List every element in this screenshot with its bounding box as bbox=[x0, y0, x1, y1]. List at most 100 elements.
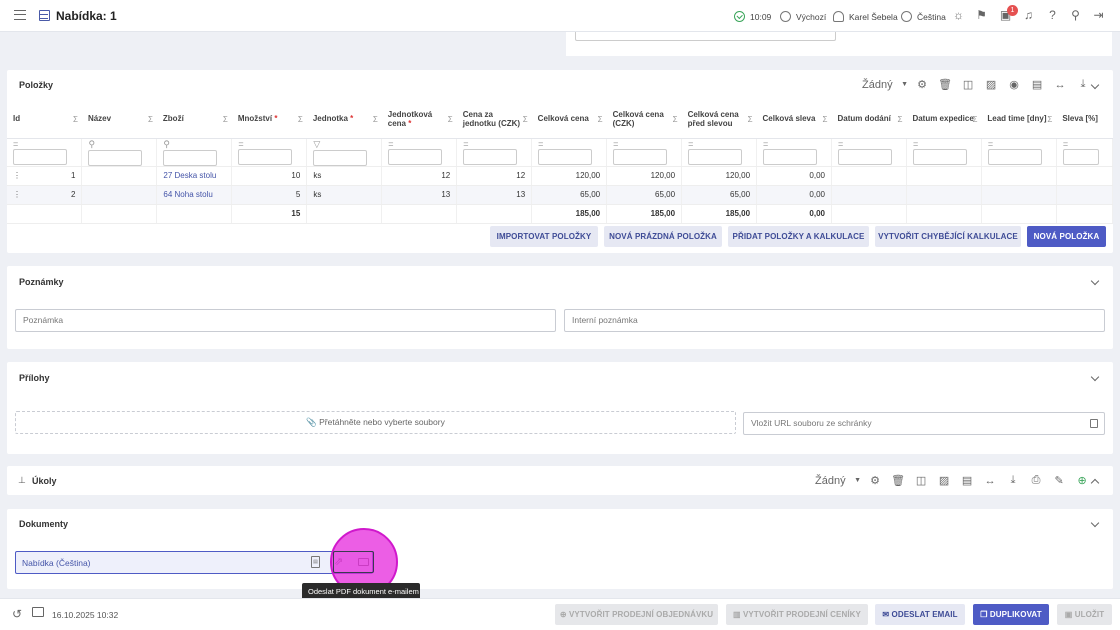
sun-icon[interactable]: ☼ bbox=[952, 9, 965, 22]
duplicate-button[interactable]: ❐ DUPLIKOVAT bbox=[973, 604, 1049, 625]
table-row[interactable]: ⋮ 2 64 Noha stolu 5 ks 13 13 65,00 65,00 … bbox=[7, 185, 1113, 205]
table-row[interactable]: ⋮ 1 27 Deska stolu 10 ks 12 12 120,00 120… bbox=[7, 166, 1113, 186]
logout-icon[interactable]: ⇥ bbox=[1092, 9, 1105, 22]
layout-icon[interactable]: ▤ bbox=[1026, 78, 1049, 91]
col-header[interactable]: Datum expedice Σ bbox=[906, 100, 982, 139]
col-header[interactable]: Celková sleva Σ bbox=[756, 100, 832, 139]
equals-icon: = bbox=[912, 139, 919, 149]
eye-icon[interactable]: ◉ bbox=[1003, 78, 1026, 91]
folder-icon[interactable] bbox=[32, 607, 44, 617]
cell-qty: 10 bbox=[231, 166, 308, 186]
tasks-toolbar: Žádný ▼ ⚙ 🗑 ◫ ▨ ▤ ↔ ⤓ ⎙ ✎ ⊕ bbox=[815, 474, 1094, 487]
user-menu[interactable]: Karel Šebela bbox=[833, 11, 898, 22]
new-empty-item-button[interactable]: NOVÁ PRÁZDNÁ POLOŽKA bbox=[604, 226, 722, 247]
trash-icon[interactable]: 🗑 bbox=[934, 78, 957, 91]
filter-input[interactable] bbox=[313, 149, 368, 166]
filter-input[interactable] bbox=[987, 149, 1042, 165]
signpost-icon[interactable]: ⚑ bbox=[975, 9, 988, 22]
gear-icon[interactable]: ⚙ bbox=[911, 78, 934, 91]
cell-unit-price: 13 bbox=[381, 185, 458, 205]
search-icon[interactable]: ⚲ bbox=[1069, 9, 1082, 22]
chevron-down-icon[interactable] bbox=[1090, 372, 1100, 382]
add-circle-icon[interactable]: ⊕ bbox=[1071, 474, 1094, 487]
filter-input[interactable] bbox=[613, 149, 668, 165]
view-select[interactable]: Žádný bbox=[815, 475, 846, 487]
internal-note-input[interactable]: Interní poznámka bbox=[564, 309, 1105, 332]
col-header[interactable]: Celková cena Σ bbox=[531, 100, 607, 139]
download-icon[interactable]: ⤓ bbox=[1002, 474, 1025, 487]
url-input[interactable]: Vložit URL souboru ze schránky bbox=[743, 412, 1105, 435]
note-input[interactable]: Poznámka bbox=[15, 309, 556, 332]
bell-icon[interactable]: ♫ bbox=[1022, 9, 1035, 22]
col-header[interactable]: Název Σ bbox=[81, 100, 157, 139]
pdf-file-icon[interactable]: ▤ bbox=[311, 556, 320, 568]
cell-total: 120,00 bbox=[531, 166, 608, 186]
chevron-down-icon[interactable] bbox=[1090, 276, 1100, 286]
filter-input[interactable] bbox=[912, 149, 967, 165]
file-dropzone[interactable]: 📎 Přetáhněte nebo vyberte soubory bbox=[15, 411, 736, 434]
help-icon[interactable]: ? bbox=[1046, 9, 1059, 22]
cell-product-link[interactable]: 27 Deska stolu bbox=[156, 166, 233, 186]
clipboard-icon[interactable] bbox=[1090, 419, 1098, 428]
col-header[interactable]: Celková cena před slevou Σ bbox=[681, 100, 757, 139]
columns-icon[interactable]: ◫ bbox=[957, 78, 980, 91]
layout-icon[interactable]: ▤ bbox=[956, 474, 979, 487]
arrows-horizontal-icon[interactable]: ↔ bbox=[1049, 79, 1072, 91]
menu-icon[interactable] bbox=[14, 10, 26, 20]
print-icon[interactable]: ⎙ bbox=[1025, 474, 1048, 487]
col-header[interactable]: Lead time [dny] Σ bbox=[981, 100, 1057, 139]
filter-input[interactable] bbox=[688, 149, 743, 165]
filter-input[interactable] bbox=[238, 149, 293, 165]
cell-total-before: 65,00 bbox=[681, 185, 758, 205]
document-item[interactable]: Nabídka (Čeština) ▤ ⇗ bbox=[15, 551, 373, 574]
col-header[interactable]: Id Σ bbox=[7, 100, 82, 139]
col-header[interactable]: Celková cena (CZK) Σ bbox=[606, 100, 682, 139]
columns-icon[interactable]: ◫ bbox=[910, 474, 933, 487]
filter-input[interactable] bbox=[538, 149, 593, 165]
filter-input[interactable] bbox=[163, 149, 218, 166]
send-email-button[interactable]: ✉ ODESLAT EMAIL bbox=[875, 604, 965, 625]
view-select[interactable]: Žádný bbox=[862, 79, 893, 91]
col-header[interactable]: Cena za jednotku (CZK) Σ bbox=[456, 100, 532, 139]
cell-id: 1 bbox=[71, 171, 76, 180]
language-selector[interactable]: Čeština bbox=[901, 11, 946, 22]
filter-input[interactable] bbox=[388, 149, 443, 165]
page-title: Nabídka: 1 bbox=[56, 9, 117, 23]
filter-input[interactable] bbox=[763, 149, 818, 165]
chevron-down-icon[interactable] bbox=[1090, 518, 1100, 528]
filter-input[interactable] bbox=[1062, 149, 1099, 165]
row-menu-icon[interactable]: ⋮ bbox=[13, 171, 21, 180]
col-header[interactable]: Sleva [%] bbox=[1056, 100, 1113, 139]
filter-input[interactable] bbox=[837, 149, 892, 165]
filter-input[interactable] bbox=[88, 149, 143, 166]
image-icon[interactable]: ▨ bbox=[933, 474, 956, 487]
email-button-focus[interactable] bbox=[333, 551, 374, 573]
table-header-row: Id Σ Název Σ Zboží Σ Množství * Σ Jednotka *… bbox=[7, 100, 1113, 139]
filter-input[interactable] bbox=[463, 149, 518, 165]
save-icon: ▣ bbox=[1064, 610, 1075, 619]
col-header[interactable]: Jednotka * Σ bbox=[306, 100, 382, 139]
col-header[interactable]: Datum dodání Σ bbox=[831, 100, 907, 139]
upper-input-fragment[interactable] bbox=[575, 32, 836, 41]
col-header[interactable]: Množství * Σ bbox=[231, 100, 307, 139]
image-icon[interactable]: ▨ bbox=[980, 78, 1003, 91]
create-missing-calc-button[interactable]: VYTVOŘIT CHYBĚJÍCÍ KALKULACE bbox=[875, 226, 1021, 247]
arrows-horizontal-icon[interactable]: ↔ bbox=[979, 475, 1002, 487]
caret-down-icon[interactable]: ▼ bbox=[899, 81, 911, 88]
import-items-button[interactable]: IMPORTOVAT POLOŽKY bbox=[490, 226, 598, 247]
trash-icon[interactable]: 🗑 bbox=[887, 474, 910, 487]
new-item-button[interactable]: NOVÁ POLOŽKA bbox=[1027, 226, 1106, 247]
workspace-selector[interactable]: Výchozí bbox=[780, 11, 826, 22]
history-icon[interactable]: ↺ bbox=[12, 607, 22, 621]
edit-icon[interactable]: ✎ bbox=[1048, 474, 1071, 487]
row-menu-icon[interactable]: ⋮ bbox=[13, 190, 21, 199]
col-header[interactable]: Zboží Σ bbox=[156, 100, 232, 139]
cell-delivery-date bbox=[831, 185, 907, 205]
gear-icon[interactable]: ⚙ bbox=[864, 474, 887, 487]
cell-product-link[interactable]: 64 Noha stolu bbox=[156, 185, 233, 205]
col-header[interactable]: Jednotková cena * Σ bbox=[381, 100, 457, 139]
add-items-calc-button[interactable]: PŘIDAT POLOŽKY A KALKULACE bbox=[728, 226, 869, 247]
documents-panel: Dokumenty Nabídka (Čeština) ▤ ⇗ bbox=[7, 509, 1113, 589]
filter-input[interactable] bbox=[13, 149, 67, 165]
caret-down-icon[interactable]: ▼ bbox=[852, 477, 864, 484]
